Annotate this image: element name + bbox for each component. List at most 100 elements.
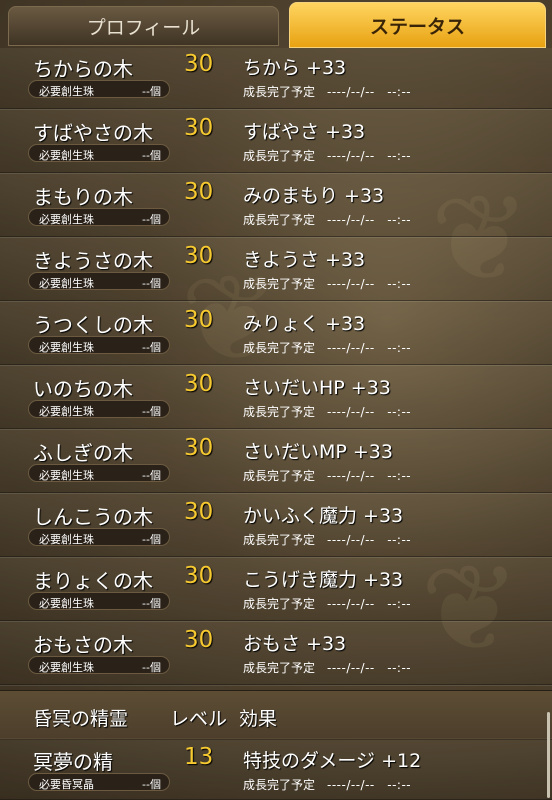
required-orb-count: --個 — [142, 85, 161, 98]
tree-name: うつくしの木 — [33, 313, 153, 337]
growth-schedule-value: ----/--/-- --:-- — [327, 597, 412, 611]
spirit-section-title: 昏冥の精霊 — [33, 708, 129, 730]
tree-row[interactable]: いのちの木 30 さいだいHP +33 必要創生珠 --個 成長完了予定 ----… — [0, 365, 552, 429]
spirit-growth-schedule: 成長完了予定 ----/--/-- --:-- — [243, 776, 411, 793]
tree-level: 30 — [184, 371, 214, 397]
required-orb-pill: 必要創生珠 --個 — [28, 336, 170, 354]
required-orb-pill: 必要創生珠 --個 — [28, 400, 170, 418]
tree-row[interactable]: すばやさの木 30 すばやさ +33 必要創生珠 --個 成長完了予定 ----/… — [0, 109, 552, 173]
growth-schedule-label: 成長完了予定 — [243, 85, 316, 99]
tree-row[interactable]: まもりの木 30 みのまもり +33 必要創生珠 --個 成長完了予定 ----/… — [0, 173, 552, 237]
tree-level: 30 — [184, 307, 214, 333]
spirit-schedule-value: ----/--/-- --:-- — [327, 778, 412, 792]
scrollbar[interactable] — [547, 712, 550, 798]
tree-effect: みのまもり +33 — [243, 185, 385, 207]
tree-level: 30 — [184, 563, 214, 589]
growth-schedule-label: 成長完了予定 — [243, 277, 316, 291]
required-orb-label: 必要創生珠 — [39, 469, 94, 482]
tree-row[interactable]: うつくしの木 30 みりょく +33 必要創生珠 --個 成長完了予定 ----/… — [0, 301, 552, 365]
growth-schedule: 成長完了予定 ----/--/-- --:-- — [243, 467, 411, 484]
growth-schedule: 成長完了予定 ----/--/-- --:-- — [243, 275, 411, 292]
tree-effect: きようさ +33 — [243, 249, 366, 271]
growth-schedule-value: ----/--/-- --:-- — [327, 661, 412, 675]
growth-schedule: 成長完了予定 ----/--/-- --:-- — [243, 659, 411, 676]
tree-level: 30 — [184, 627, 214, 653]
tree-level: 30 — [184, 499, 214, 525]
required-orb-label: 必要創生珠 — [39, 213, 94, 226]
required-orb-label: 必要創生珠 — [39, 661, 94, 674]
growth-schedule-value: ----/--/-- --:-- — [327, 85, 412, 99]
tree-row[interactable]: まりょくの木 30 こうげき魔力 +33 必要創生珠 --個 成長完了予定 ---… — [0, 557, 552, 621]
growth-schedule-label: 成長完了予定 — [243, 213, 316, 227]
tab-profile[interactable]: プロフィール — [8, 6, 279, 46]
required-orb-pill: 必要創生珠 --個 — [28, 592, 170, 610]
required-orb-label: 必要創生珠 — [39, 597, 94, 610]
spirit-level-column: レベル — [170, 708, 228, 730]
tree-level: 30 — [184, 115, 214, 141]
growth-schedule-label: 成長完了予定 — [243, 405, 316, 419]
tree-name: きようさの木 — [33, 249, 153, 273]
required-orb-pill: 必要創生珠 --個 — [28, 208, 170, 226]
growth-schedule-label: 成長完了予定 — [243, 661, 316, 675]
tree-row[interactable]: きようさの木 30 きようさ +33 必要創生珠 --個 成長完了予定 ----/… — [0, 237, 552, 301]
tree-name: ふしぎの木 — [33, 441, 133, 465]
tree-effect: すばやさ +33 — [243, 121, 366, 143]
required-orb-pill: 必要創生珠 --個 — [28, 272, 170, 290]
required-orb-label: 必要創生珠 — [39, 277, 94, 290]
spirit-effect-column: 効果 — [239, 708, 278, 730]
tree-level: 30 — [184, 51, 214, 77]
tree-effect: さいだいHP +33 — [243, 377, 391, 399]
required-orb-count: --個 — [142, 469, 161, 482]
tree-name: まもりの木 — [33, 185, 133, 209]
spirit-section-header: 昏冥の精霊 レベル 効果 — [0, 690, 552, 740]
tree-row[interactable]: おもさの木 30 おもさ +33 必要創生珠 --個 成長完了予定 ----/--… — [0, 621, 552, 685]
tree-effect: さいだいMP +33 — [243, 441, 393, 463]
growth-schedule-value: ----/--/-- --:-- — [327, 341, 412, 355]
required-orb-count: --個 — [142, 597, 161, 610]
required-crystal-pill: 必要昏冥晶 --個 — [28, 773, 170, 791]
tree-name: すばやさの木 — [33, 121, 153, 145]
tree-name: ちからの木 — [33, 57, 133, 81]
growth-schedule: 成長完了予定 ----/--/-- --:-- — [243, 595, 411, 612]
growth-schedule-label: 成長完了予定 — [243, 469, 316, 483]
spirit-level: 13 — [184, 744, 214, 770]
tab-bar: プロフィール ステータス — [0, 0, 552, 48]
growth-schedule-label: 成長完了予定 — [243, 597, 316, 611]
tree-name: しんこうの木 — [33, 505, 153, 529]
growth-schedule-value: ----/--/-- --:-- — [327, 469, 412, 483]
growth-schedule: 成長完了予定 ----/--/-- --:-- — [243, 147, 411, 164]
tree-name: おもさの木 — [33, 633, 133, 657]
growth-schedule: 成長完了予定 ----/--/-- --:-- — [243, 531, 411, 548]
spirit-row[interactable]: 冥夢の精 13 特技のダメージ +12 必要昏冥晶 --個 成長完了予定 ----… — [0, 738, 552, 800]
required-orb-pill: 必要創生珠 --個 — [28, 464, 170, 482]
growth-schedule: 成長完了予定 ----/--/-- --:-- — [243, 83, 411, 100]
tab-status[interactable]: ステータス — [289, 2, 546, 48]
growth-schedule-value: ----/--/-- --:-- — [327, 405, 412, 419]
spirit-effect: 特技のダメージ +12 — [243, 750, 422, 772]
tree-row[interactable]: ふしぎの木 30 さいだいMP +33 必要創生珠 --個 成長完了予定 ----… — [0, 429, 552, 493]
growth-schedule-label: 成長完了予定 — [243, 341, 316, 355]
required-orb-label: 必要創生珠 — [39, 149, 94, 162]
required-orb-count: --個 — [142, 213, 161, 226]
required-crystal-label: 必要昏冥晶 — [39, 778, 94, 791]
tree-effect: みりょく +33 — [243, 313, 366, 335]
required-orb-pill: 必要創生珠 --個 — [28, 656, 170, 674]
growth-schedule-value: ----/--/-- --:-- — [327, 213, 412, 227]
required-orb-count: --個 — [142, 341, 161, 354]
tree-name: いのちの木 — [33, 377, 133, 401]
tree-row[interactable]: しんこうの木 30 かいふく魔力 +33 必要創生珠 --個 成長完了予定 ---… — [0, 493, 552, 557]
tree-level: 30 — [184, 179, 214, 205]
tree-level: 30 — [184, 243, 214, 269]
required-orb-count: --個 — [142, 277, 161, 290]
tree-list: ちからの木 30 ちから +33 必要創生珠 --個 成長完了予定 ----/--… — [0, 48, 552, 685]
required-orb-count: --個 — [142, 533, 161, 546]
required-orb-pill: 必要創生珠 --個 — [28, 144, 170, 162]
required-crystal-count: --個 — [142, 778, 161, 791]
growth-schedule-value: ----/--/-- --:-- — [327, 149, 412, 163]
growth-schedule: 成長完了予定 ----/--/-- --:-- — [243, 339, 411, 356]
tree-effect: こうげき魔力 +33 — [243, 569, 404, 591]
growth-schedule-value: ----/--/-- --:-- — [327, 533, 412, 547]
tree-effect: おもさ +33 — [243, 633, 347, 655]
required-orb-pill: 必要創生珠 --個 — [28, 528, 170, 546]
tree-row[interactable]: ちからの木 30 ちから +33 必要創生珠 --個 成長完了予定 ----/--… — [0, 48, 552, 109]
